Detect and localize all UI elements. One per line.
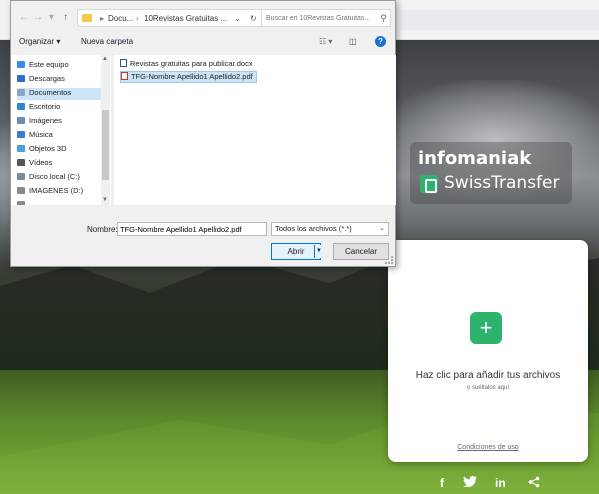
terms-link[interactable]: Condiciones de uso — [388, 444, 588, 451]
nav-item-imagenes[interactable]: Imágenes — [17, 116, 105, 128]
back-arrow-icon[interactable]: ← — [19, 12, 29, 23]
nav-item-imagenes-d[interactable]: IMAGENES (D:) — [17, 186, 105, 198]
scroll-down-icon[interactable]: ▼ — [102, 197, 108, 203]
file-item-docx[interactable]: Revistas gratuitas para publicar.docx — [120, 59, 256, 71]
file-list: Revistas gratuitas para publicar.docx TF… — [114, 55, 396, 205]
breadcrumb-item[interactable]: Docu... — [108, 14, 133, 23]
dialog-toolbar: Organizar ▾ Nueva carpeta ☷ ▾ ◫ ? — [11, 35, 397, 51]
pc-icon — [17, 61, 25, 68]
search-box[interactable]: ⚲ — [261, 9, 391, 27]
disk-icon — [17, 201, 25, 205]
add-files-button[interactable]: + — [470, 312, 502, 344]
address-row: ← → ▾ ↑ ▸ Docu... › 10Revistas Gratuitas… — [11, 7, 397, 29]
desktop-icon — [17, 103, 25, 110]
pdf-icon — [121, 72, 128, 80]
chevron-down-icon: ⌄ — [379, 225, 385, 232]
nav-item-disco-c[interactable]: Disco local (C:) — [17, 172, 105, 184]
plus-icon: + — [479, 315, 493, 340]
cancel-button[interactable]: Cancelar — [333, 243, 389, 260]
disk-icon — [17, 173, 25, 180]
search-icon: ⚲ — [380, 13, 387, 23]
organize-button[interactable]: Organizar ▾ — [19, 37, 60, 46]
open-dropdown-icon[interactable]: ▼ — [314, 245, 323, 258]
scroll-up-icon[interactable]: ▲ — [102, 56, 108, 62]
view-options-icon[interactable]: ☷ ▾ — [319, 37, 332, 46]
documents-icon — [17, 89, 25, 96]
filename-input[interactable] — [117, 222, 267, 236]
nav-item-este-equipo[interactable]: Este equipo — [17, 60, 105, 72]
dialog-footer: Nombre: Todos los archivos (*.*) ⌄ Abrir… — [11, 207, 397, 267]
resize-grip[interactable] — [385, 256, 393, 264]
browser-tab[interactable] — [400, 10, 599, 30]
nav-item-videos[interactable]: Vídeos — [17, 158, 105, 170]
upload-title: Haz clic para añadir tus archivos — [415, 370, 561, 381]
twitter-icon[interactable] — [463, 476, 477, 490]
brand-product: SwissTransfer — [444, 173, 560, 193]
upload-subtitle: o suéltalos aquí — [466, 385, 510, 391]
navigation-pane: Este equipo Descargas Documentos Escrito… — [11, 55, 111, 205]
music-icon — [17, 131, 25, 138]
nav-item-documentos[interactable]: Documentos — [17, 88, 105, 100]
video-icon — [17, 159, 25, 166]
address-bar[interactable]: ▸ Docu... › 10Revistas Gratuitas ... ⌄ ↻ — [77, 9, 273, 27]
nav-item-escritorio[interactable]: Escritorio — [17, 102, 105, 114]
filetype-select[interactable]: Todos los archivos (*.*) ⌄ — [271, 222, 389, 236]
disk-icon — [17, 187, 25, 194]
linkedin-icon[interactable]: in — [495, 476, 506, 490]
file-item-pdf[interactable]: TFG-Nombre Apellido1 Apellido2.pdf — [120, 71, 257, 83]
breadcrumb-separator: › — [136, 14, 139, 23]
nav-item-descargas[interactable]: Descargas — [17, 74, 105, 86]
nav-item-musica[interactable]: Música — [17, 130, 105, 142]
nav-scrollbar[interactable]: ▲ ▼ — [101, 55, 110, 205]
download-icon — [17, 75, 25, 82]
breadcrumb-separator: ▸ — [100, 14, 105, 23]
help-icon[interactable]: ? — [375, 36, 386, 47]
images-icon — [17, 117, 25, 124]
3d-icon — [17, 145, 25, 152]
brand-block: infomaniak SwissTransfer — [410, 142, 572, 204]
refresh-icon[interactable]: ↻ — [250, 14, 257, 23]
upload-card[interactable]: + Haz clic para añadir tus archivos o su… — [388, 240, 588, 462]
preview-pane-icon[interactable]: ◫ — [349, 37, 357, 46]
forward-arrow-icon[interactable]: → — [33, 12, 43, 23]
folder-icon — [82, 14, 92, 22]
swisstransfer-logo-icon — [420, 175, 438, 193]
chevron-down-icon[interactable]: ▾ — [49, 12, 54, 23]
brand-name: infomaniak — [418, 148, 532, 169]
docx-icon — [120, 59, 127, 67]
filename-label: Nombre: — [87, 225, 118, 234]
nav-item-objetos-3d[interactable]: Objetos 3D — [17, 144, 105, 156]
up-arrow-icon[interactable]: ↑ — [63, 12, 68, 23]
search-input[interactable] — [262, 10, 372, 26]
nav-item-partial[interactable]: ... — [17, 200, 105, 205]
new-folder-button[interactable]: Nueva carpeta — [81, 37, 133, 46]
share-icon[interactable] — [528, 476, 540, 491]
chevron-down-icon[interactable]: ⌄ — [234, 14, 241, 23]
breadcrumb-item[interactable]: 10Revistas Gratuitas ... — [144, 14, 227, 23]
scroll-thumb[interactable] — [102, 110, 109, 180]
facebook-icon[interactable]: f — [440, 476, 444, 490]
file-open-dialog: ← → ▾ ↑ ▸ Docu... › 10Revistas Gratuitas… — [10, 0, 396, 267]
